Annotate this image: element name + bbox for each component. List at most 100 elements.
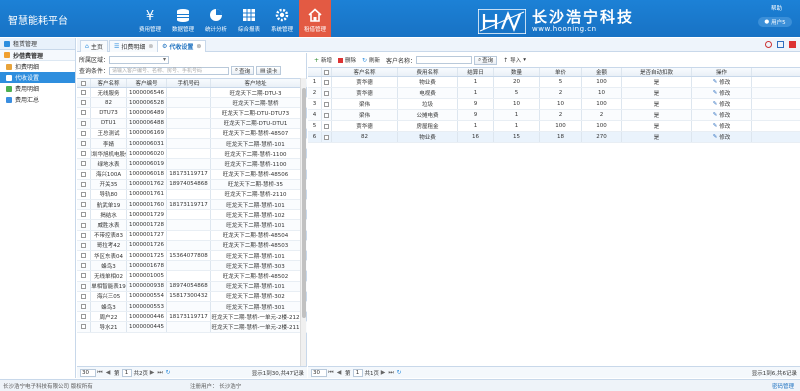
row-select[interactable] [77, 291, 91, 301]
row-select[interactable] [77, 98, 91, 108]
row-select[interactable] [77, 189, 91, 200]
table-row[interactable]: 82 1000006528 旺龙天下二期-慧桥 [77, 98, 307, 109]
table-row[interactable]: 周户22 1000000446 18173119717 旺龙天下二期-慧桥-一单元-2… [77, 312, 307, 323]
table-row[interactable]: 2 贾华德 电视费 1 5 2 10 是 ✎ 修改 [308, 88, 800, 99]
row-select[interactable] [77, 322, 91, 332]
sidebar-item[interactable]: 费用明细 [0, 83, 75, 94]
row-select[interactable] [77, 149, 91, 159]
checkbox[interactable] [81, 273, 86, 279]
reload-icon[interactable]: ↻ [164, 369, 172, 376]
table-row[interactable]: 华区东表04 1000001725 15364077808 旺龙天下二期-慧桥-101 [77, 251, 307, 262]
nav-item[interactable]: 系统管理 [266, 0, 298, 37]
table-row[interactable]: 王总测试 1000006169 旺龙天下二期-慧桥-48507 [77, 128, 307, 139]
checkbox[interactable] [324, 134, 329, 140]
table-row[interactable]: 蜂鸟3 1000001678 旺龙天下二期-慧桥-303 [77, 261, 307, 272]
checkbox[interactable] [324, 112, 329, 118]
row-select[interactable] [322, 88, 332, 98]
checkbox[interactable] [81, 202, 86, 208]
fullscreen-icon[interactable] [777, 41, 784, 48]
checkbox[interactable] [81, 283, 86, 289]
checkbox[interactable] [81, 191, 86, 197]
row-select[interactable] [77, 200, 91, 210]
checkbox[interactable] [81, 130, 86, 136]
table-row[interactable]: 6 82 物业费 16 15 18 270 是 ✎ 修改 [308, 132, 800, 143]
user-button[interactable]: ● 用户5 [758, 17, 792, 27]
checkbox[interactable] [81, 141, 86, 147]
table-row[interactable]: 绿地水表 1000006019 旺龙天下二期-慧桥-1100 [77, 159, 307, 170]
close-tab-icon[interactable] [789, 41, 796, 48]
table-row[interactable]: 李婧 1000006031 旺龙天下二期-慧桥-101 [77, 138, 307, 150]
tab-collection-settings[interactable]: ⚙ 代收设置 ⊗ [157, 40, 207, 52]
prev-page-icon[interactable]: ◀ [104, 369, 112, 376]
table-row[interactable]: 揭结水 1000001729 旺龙天下二期-慧桥-102 [77, 210, 307, 221]
close-icon[interactable]: ⊗ [196, 43, 201, 50]
table-row[interactable]: 蜂鸟3 1000000553 旺龙天下二期-慧桥-301 [77, 301, 307, 313]
checkbox[interactable] [324, 90, 329, 96]
checkbox[interactable] [324, 79, 329, 85]
nav-item[interactable]: 数据管理 [167, 0, 199, 37]
row-select[interactable] [77, 169, 91, 179]
checkbox[interactable] [81, 90, 86, 96]
table-row[interactable]: 威胜水表 1000001728 旺龙天下二期-慧桥-101 [77, 220, 307, 231]
refresh-button[interactable]: ↻ 刷新 [362, 56, 380, 64]
checkbox[interactable] [81, 314, 86, 320]
page-size-select[interactable]: 30 [80, 368, 96, 377]
table-row[interactable]: 哥拉考42 1000001726 旺龙天下二期-慧桥-48503 [77, 240, 307, 251]
tab-deduction-detail[interactable]: ☰ 扣费明细 ⊗ [109, 40, 159, 52]
row-select[interactable] [77, 118, 91, 128]
edit-button[interactable]: ✎ 修改 [692, 88, 752, 98]
customer-grid-scrollbar[interactable] [300, 78, 306, 366]
row-select[interactable] [77, 128, 91, 138]
delete-button[interactable]: 删除 [338, 56, 356, 64]
row-select[interactable] [77, 240, 91, 250]
help-link[interactable]: 帮助 [771, 4, 782, 12]
checkbox[interactable] [81, 253, 86, 259]
row-select[interactable] [77, 220, 91, 230]
row-select[interactable] [322, 99, 332, 109]
row-select[interactable] [77, 210, 91, 220]
edit-button[interactable]: ✎ 修改 [692, 132, 752, 142]
page-input[interactable]: 1 [121, 368, 132, 377]
table-row[interactable]: DTU1 1000006488 旺龙天下二期-DTU-DTU1 [77, 118, 307, 129]
row-select[interactable] [77, 230, 91, 240]
checkbox[interactable] [81, 304, 86, 310]
close-icon[interactable]: ⊗ [148, 43, 153, 50]
page-input[interactable]: 1 [352, 368, 363, 377]
row-select[interactable] [77, 108, 91, 118]
row-select[interactable] [77, 301, 91, 312]
last-page-icon[interactable]: ⏭ [387, 369, 395, 377]
nav-item[interactable]: ¥ 费用管理 [134, 0, 166, 37]
sidebar-item[interactable]: 费用汇总 [0, 94, 75, 105]
table-row[interactable]: 单相智能表19 1000000938 18974054868 旺龙天下二期-慧桥-10… [77, 281, 307, 292]
checkbox[interactable] [81, 242, 86, 248]
page-size-select[interactable]: 30 [311, 368, 327, 377]
next-page-icon[interactable]: ▶ [148, 369, 156, 376]
next-page-icon[interactable]: ▶ [379, 369, 387, 376]
edit-button[interactable]: ✎ 修改 [692, 99, 752, 109]
table-row[interactable]: 开关35 1000001762 18974054868 旺龙天下二期-慧桥-35 [77, 179, 307, 190]
checkbox[interactable] [81, 324, 86, 330]
checkbox[interactable] [81, 232, 86, 238]
checkbox[interactable] [81, 171, 86, 177]
tab-home[interactable]: ⌂ 主页 [80, 40, 108, 52]
edit-button[interactable]: ✎ 修改 [692, 77, 752, 87]
table-row[interactable]: 无线服务 1000006546 旺龙天下二期-DTU-3 [77, 88, 307, 99]
table-row[interactable]: 不带控表83 1000001727 旺龙天下二期-慧桥-48504 [77, 230, 307, 241]
checkbox[interactable] [81, 161, 86, 167]
table-row[interactable]: 1 贾华德 物业费 1 20 5 100 是 ✎ 修改 [308, 77, 800, 88]
reload-icon[interactable]: ↻ [395, 369, 403, 376]
select-all-checkbox[interactable] [77, 79, 91, 87]
checkbox[interactable] [81, 222, 86, 228]
checkbox[interactable] [81, 212, 86, 218]
table-row[interactable]: 导轨80 1000001761 旺龙天下二期-慧桥-2110 [77, 189, 307, 201]
row-select[interactable] [77, 312, 91, 322]
table-row[interactable]: 5 贾华德 房屋租金 1 1 100 100 是 ✎ 修改 [308, 121, 800, 132]
checkbox[interactable] [81, 100, 86, 106]
table-row[interactable]: 导水21 1000000445 旺龙天下二期-慧桥-一单元-2楼-211 [77, 322, 307, 333]
row-select[interactable] [322, 132, 332, 142]
checkbox[interactable] [81, 110, 86, 116]
customer-search-input[interactable]: 请输入客户编号、名称、房号、手机号码 [109, 66, 229, 75]
sidebar-section[interactable]: 抄借费管理 [0, 50, 75, 61]
checkbox[interactable] [81, 151, 86, 157]
prev-page-icon[interactable]: ◀ [335, 369, 343, 376]
